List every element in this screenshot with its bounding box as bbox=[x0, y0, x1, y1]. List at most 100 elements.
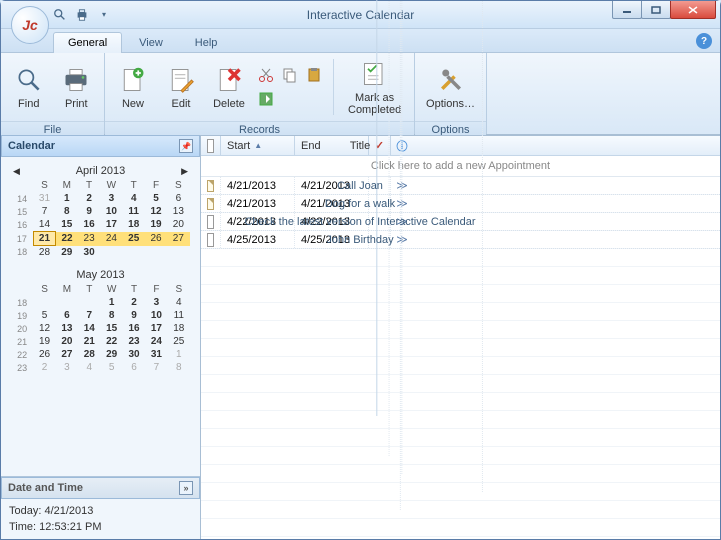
calendar-grid-1[interactable]: SMTWTFS143112345615789101112131614151617… bbox=[11, 179, 190, 259]
calendar-day[interactable]: 2 bbox=[78, 192, 100, 205]
calendar-day[interactable]: 8 bbox=[101, 309, 123, 322]
calendar-day[interactable]: 26 bbox=[145, 232, 167, 246]
collapse-icon[interactable]: » bbox=[179, 481, 193, 495]
calendar-day[interactable] bbox=[167, 246, 189, 260]
calendar-day[interactable]: 25 bbox=[168, 335, 190, 348]
appointment-row[interactable]: Check the latest version of Interactive … bbox=[201, 213, 720, 231]
calendar-day[interactable]: 1 bbox=[56, 192, 78, 205]
calendar-day[interactable]: 19 bbox=[33, 335, 55, 348]
calendar-day[interactable]: 12 bbox=[145, 205, 167, 218]
mini-calendar-april[interactable]: ◀ April 2013 ▶ SMTWTFS143112345615789101… bbox=[11, 163, 190, 259]
calendar-day[interactable]: 19 bbox=[145, 218, 167, 232]
calendar-day[interactable]: 5 bbox=[101, 361, 123, 374]
calendar-day[interactable]: 17 bbox=[145, 322, 167, 335]
calendar-day[interactable]: 25 bbox=[123, 232, 145, 246]
calendar-day[interactable]: 31 bbox=[33, 192, 55, 205]
mini-calendar-may[interactable]: May 2013 SMTWTFS181234195678910112012131… bbox=[11, 267, 190, 374]
calendar-day[interactable]: 12 bbox=[33, 322, 55, 335]
calendar-day[interactable]: 16 bbox=[123, 322, 145, 335]
calendar-day[interactable] bbox=[78, 296, 100, 309]
calendar-day[interactable]: 26 bbox=[33, 348, 55, 361]
print-button[interactable]: Print bbox=[55, 55, 99, 119]
calendar-day[interactable]: 18 bbox=[168, 322, 190, 335]
calendar-day[interactable]: 24 bbox=[100, 232, 122, 246]
calendar-day[interactable]: 7 bbox=[145, 361, 167, 374]
calendar-day[interactable] bbox=[33, 296, 55, 309]
calendar-day[interactable]: 9 bbox=[78, 205, 100, 218]
calendar-day[interactable]: 16 bbox=[78, 218, 100, 232]
calendar-day[interactable]: 3 bbox=[56, 361, 78, 374]
calendar-day[interactable]: 13 bbox=[56, 322, 78, 335]
calendar-day[interactable]: 6 bbox=[123, 361, 145, 374]
minimize-button[interactable] bbox=[612, 1, 642, 19]
app-menu-icon[interactable]: Jc bbox=[11, 6, 49, 44]
calendar-day[interactable]: 3 bbox=[145, 296, 167, 309]
close-button[interactable] bbox=[670, 1, 716, 19]
pin-icon[interactable]: 📌 bbox=[179, 139, 193, 153]
calendar-day[interactable] bbox=[145, 246, 167, 260]
calendar-day[interactable]: 30 bbox=[123, 348, 145, 361]
calendar-day[interactable]: 28 bbox=[33, 246, 55, 260]
calendar-day[interactable]: 13 bbox=[167, 205, 189, 218]
calendar-day[interactable]: 4 bbox=[123, 192, 145, 205]
calendar-day[interactable]: 27 bbox=[167, 232, 189, 246]
calendar-day[interactable]: 6 bbox=[167, 192, 189, 205]
new-button[interactable]: New bbox=[111, 55, 155, 119]
calendar-day[interactable]: 24 bbox=[145, 335, 167, 348]
calendar-day[interactable]: 3 bbox=[100, 192, 122, 205]
calendar-day[interactable]: 5 bbox=[33, 309, 55, 322]
calendar-day[interactable] bbox=[56, 296, 78, 309]
calendar-day[interactable]: 20 bbox=[56, 335, 78, 348]
calendar-day[interactable] bbox=[100, 246, 122, 260]
calendar-day[interactable]: 20 bbox=[167, 218, 189, 232]
calendar-day[interactable]: 23 bbox=[78, 232, 100, 246]
edit-button[interactable]: Edit bbox=[159, 55, 203, 119]
print-icon[interactable] bbox=[73, 6, 91, 24]
calendar-day[interactable]: 29 bbox=[56, 246, 78, 260]
calendar-day[interactable]: 11 bbox=[123, 205, 145, 218]
prev-month-icon[interactable]: ◀ bbox=[13, 166, 20, 177]
calendar-day[interactable]: 6 bbox=[56, 309, 78, 322]
calendar-day[interactable] bbox=[123, 246, 145, 260]
find-button[interactable]: Find bbox=[7, 55, 51, 119]
calendar-day[interactable]: 31 bbox=[145, 348, 167, 361]
maximize-button[interactable] bbox=[641, 1, 671, 19]
calendar-day[interactable]: 4 bbox=[168, 296, 190, 309]
calendar-day[interactable]: 8 bbox=[168, 361, 190, 374]
calendar-day[interactable]: 21 bbox=[78, 335, 100, 348]
calendar-day[interactable]: 27 bbox=[56, 348, 78, 361]
calendar-day[interactable]: 14 bbox=[33, 218, 55, 232]
tab-view[interactable]: View bbox=[124, 32, 178, 53]
calendar-day[interactable]: 28 bbox=[78, 348, 100, 361]
search-icon[interactable] bbox=[51, 6, 69, 24]
calendar-day[interactable]: 7 bbox=[33, 205, 55, 218]
calendar-day[interactable]: 9 bbox=[123, 309, 145, 322]
calendar-day[interactable]: 15 bbox=[56, 218, 78, 232]
calendar-day[interactable]: 29 bbox=[101, 348, 123, 361]
help-icon[interactable]: ? bbox=[696, 33, 712, 49]
calendar-day[interactable]: 23 bbox=[123, 335, 145, 348]
tab-help[interactable]: Help bbox=[180, 32, 233, 53]
calendar-day[interactable]: 1 bbox=[101, 296, 123, 309]
calendar-day[interactable]: 30 bbox=[78, 246, 100, 260]
calendar-day[interactable]: 21 bbox=[33, 232, 55, 246]
calendar-day[interactable]: 18 bbox=[123, 218, 145, 232]
calendar-day[interactable]: 8 bbox=[56, 205, 78, 218]
calendar-day[interactable]: 22 bbox=[101, 335, 123, 348]
calendar-day[interactable]: 2 bbox=[33, 361, 55, 374]
calendar-day[interactable]: 22 bbox=[56, 232, 78, 246]
calendar-day[interactable]: 4 bbox=[78, 361, 100, 374]
calendar-day[interactable]: 14 bbox=[78, 322, 100, 335]
tab-general[interactable]: General bbox=[53, 32, 122, 53]
col-icon[interactable] bbox=[201, 136, 221, 155]
next-month-icon[interactable]: ▶ bbox=[181, 166, 188, 177]
calendar-day[interactable]: 10 bbox=[145, 309, 167, 322]
calendar-day[interactable]: 15 bbox=[101, 322, 123, 335]
calendar-grid-2[interactable]: SMTWTFS181234195678910112012131415161718… bbox=[11, 283, 190, 374]
calendar-day[interactable]: 17 bbox=[100, 218, 122, 232]
calendar-day[interactable]: 7 bbox=[78, 309, 100, 322]
calendar-day[interactable]: 2 bbox=[123, 296, 145, 309]
calendar-day[interactable]: 5 bbox=[145, 192, 167, 205]
calendar-day[interactable]: 1 bbox=[168, 348, 190, 361]
calendar-day[interactable]: 11 bbox=[168, 309, 190, 322]
